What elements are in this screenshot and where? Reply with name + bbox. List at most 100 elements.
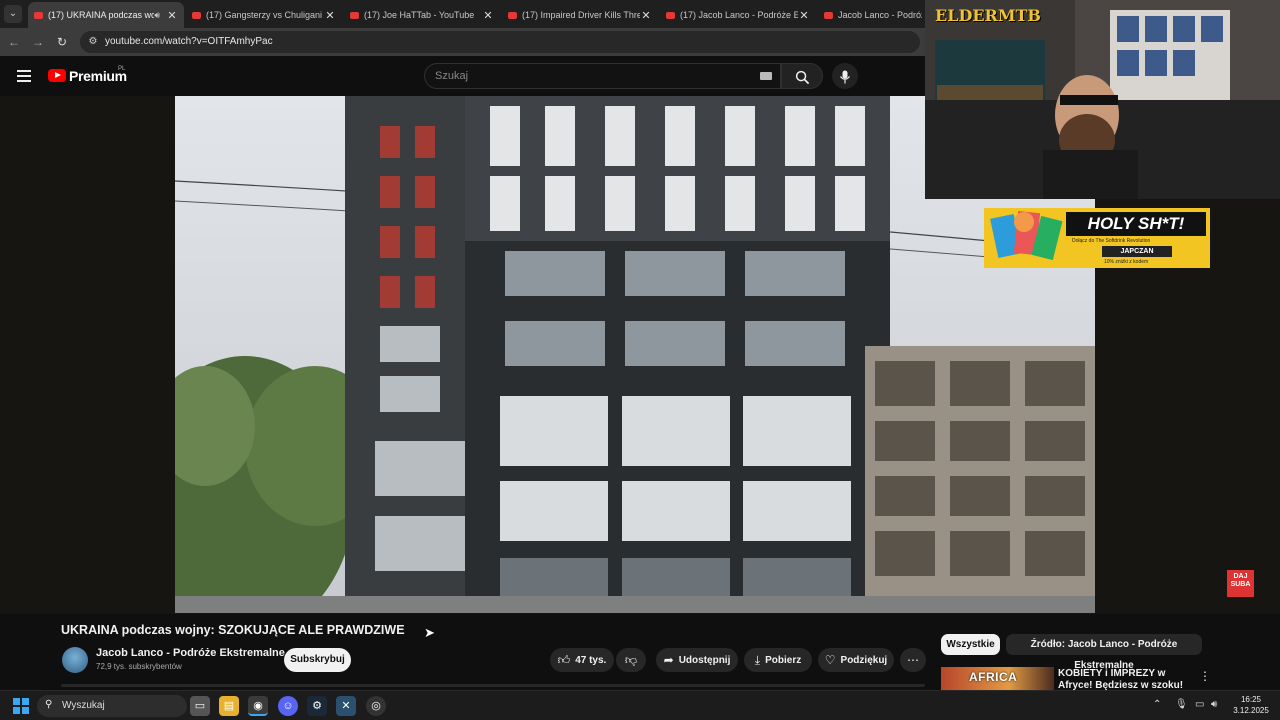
- dislike-button[interactable]: 👎︎: [616, 648, 646, 672]
- thanks-button[interactable]: ♡ Podziękuj: [818, 648, 894, 672]
- video-title: UKRAINA podczas wojny: SZOKUJĄCE ALE PRA…: [61, 623, 405, 637]
- download-icon: ⤓: [754, 652, 761, 667]
- sponsor-tagline: Dołącz do The Softdrink Revolution: [1072, 238, 1151, 244]
- discord-icon[interactable]: ☺: [278, 696, 298, 716]
- filter-chip-source[interactable]: Źródło: Jacob Lanco - Podróże Ekstremaln…: [1006, 634, 1202, 671]
- youtube-favicon-icon: [508, 11, 517, 19]
- tab-close-icon[interactable]: ✕: [166, 9, 178, 22]
- tab-close-icon[interactable]: ✕: [798, 9, 810, 22]
- task-view-icon[interactable]: ▭: [190, 696, 210, 716]
- tab-label: (17) Joe HaTTab - YouTube: [364, 10, 475, 20]
- thumbnail-text: AFRICA: [969, 670, 1018, 684]
- share-icon: ➦: [663, 653, 674, 667]
- streamer-logo: ELDERMTB: [935, 6, 1041, 25]
- search-icon: [795, 70, 809, 84]
- country-code: PL: [118, 66, 126, 72]
- browser-toolbar: ← → ↻ ⚙ youtube.com/watch?v=OITFAmhyPac: [0, 28, 925, 56]
- youtube-favicon-icon: [666, 11, 675, 19]
- volume-icon[interactable]: 🔊︎: [1211, 699, 1217, 710]
- taskbar-search-input[interactable]: ⚲ Wyszukaj: [37, 695, 187, 717]
- daj-suba-badge: DAJ SUBA: [1227, 570, 1254, 597]
- sponsor-products-image: [990, 210, 1063, 261]
- streamer-webcam-overlay: ELDERMTB: [925, 0, 1280, 199]
- microphone-tray-icon[interactable]: 🎙︎: [1175, 699, 1188, 710]
- more-actions-button[interactable]: ⋯: [900, 648, 926, 672]
- subscribe-button[interactable]: Subskrybuj: [284, 648, 351, 672]
- reload-icon[interactable]: ↻: [54, 34, 70, 50]
- voice-search-button[interactable]: [832, 63, 858, 89]
- recommended-video-title[interactable]: KOBIETY i IMPREZY w Afryce! Będziesz w s…: [1058, 668, 1193, 692]
- tray-chevron-icon[interactable]: ⌃: [1153, 699, 1161, 710]
- youtube-favicon-icon: [350, 11, 359, 19]
- microphone-icon: [840, 70, 850, 84]
- sponsor-discount: 10% zniżki z kodem: [1104, 259, 1149, 265]
- tab-gangsterzy[interactable]: (17) Gangsterzy vs Chuligani - Y ✕: [186, 2, 342, 28]
- tab-label: (17) Jacob Lanco - Podróże Eks: [680, 10, 798, 20]
- webcam-image: [925, 0, 1280, 199]
- keyboard-icon[interactable]: [760, 72, 772, 80]
- search-button[interactable]: [781, 63, 823, 89]
- youtube-logo-icon[interactable]: [48, 69, 66, 82]
- filter-chip-all[interactable]: Wszystkie: [941, 634, 1000, 655]
- tab-close-icon[interactable]: ✕: [482, 9, 494, 22]
- tab-label: Jacob Lanco - Podróże E: [838, 10, 922, 20]
- app-icon[interactable]: ✕: [336, 696, 356, 716]
- channel-avatar[interactable]: [62, 647, 88, 673]
- file-explorer-icon[interactable]: ▤: [219, 696, 239, 716]
- thanks-heart-icon: ♡: [824, 653, 836, 667]
- tab-jacob-lanco[interactable]: (17) Jacob Lanco - Podróże Eks ✕: [660, 2, 816, 28]
- tab-ukraina[interactable]: (17) UKRAINA podczas wojny 🔊︎ ✕: [28, 2, 184, 28]
- forward-arrow-icon[interactable]: →: [30, 34, 46, 50]
- clock-time: 16:25: [1240, 695, 1262, 704]
- daj-suba-text: DAJ SUBA: [1230, 573, 1251, 588]
- sponsor-brand: HOLY SH*T!: [1066, 212, 1206, 236]
- tab-search-chevron-icon[interactable]: ⌄: [4, 5, 22, 23]
- more-vertical-icon[interactable]: ⋮: [1199, 669, 1211, 683]
- url-text[interactable]: youtube.com/watch?v=OITFAmhyPac: [105, 36, 273, 47]
- site-info-icon[interactable]: ⚙: [86, 35, 100, 49]
- steam-icon[interactable]: ⚙: [307, 696, 327, 716]
- more-horizontal-icon: ⋯: [907, 653, 919, 667]
- tab-close-icon[interactable]: ✕: [640, 9, 652, 22]
- subscriber-count: 72,9 tys. subskrybentów: [96, 662, 182, 671]
- back-arrow-icon[interactable]: ←: [6, 34, 22, 50]
- youtube-favicon-icon: [34, 11, 43, 19]
- download-label: Pobierz: [765, 654, 802, 666]
- tab-impaired-driver[interactable]: (17) Impaired Driver Kills Three ✕: [502, 2, 658, 28]
- obs-icon[interactable]: ◎: [366, 696, 386, 716]
- tab-jacob-lanco-2[interactable]: Jacob Lanco - Podróże E: [818, 2, 928, 28]
- audio-playing-icon[interactable]: 🔊︎: [154, 10, 160, 21]
- tab-label: (17) UKRAINA podczas wojny: [48, 10, 155, 20]
- search-input[interactable]: Szukaj: [424, 63, 781, 89]
- network-icon[interactable]: ▭: [1195, 699, 1204, 710]
- sponsor-banner: HOLY SH*T! Dołącz do The Softdrink Revol…: [984, 208, 1210, 268]
- sponsor-code: JAPCZAN: [1102, 246, 1172, 257]
- content-divider: [61, 684, 925, 687]
- menu-hamburger-icon[interactable]: [17, 70, 31, 82]
- youtube-favicon-icon: [192, 11, 201, 19]
- clock-date: 3.12.2025: [1233, 706, 1269, 715]
- windows-start-icon[interactable]: [13, 698, 29, 714]
- share-button[interactable]: ➦ Udostępnij: [656, 648, 738, 672]
- windows-taskbar: ⚲ Wyszukaj ▭ ▤ ◉ ☺ ⚙ ✕ ◎ ⌃ 🎙︎ ▭ 🔊︎ 16:25…: [0, 690, 1280, 720]
- mouse-cursor-icon: ➤: [424, 625, 435, 640]
- thanks-label: Podziękuj: [840, 654, 888, 666]
- like-button[interactable]: 👍︎ 47 tys.: [550, 648, 614, 672]
- taskbar-search-label: Wyszukaj: [62, 700, 105, 711]
- channel-name[interactable]: Jacob Lanco - Podróże Ekstremalne: [96, 647, 285, 659]
- youtube-favicon-icon: [824, 11, 833, 19]
- search-icon: ⚲: [45, 699, 53, 710]
- tab-label: (17) Gangsterzy vs Chuligani - Y: [206, 10, 324, 20]
- tab-close-icon[interactable]: ✕: [324, 9, 336, 22]
- like-count: 47 tys.: [575, 654, 607, 666]
- recommended-video-thumbnail[interactable]: AFRICA: [941, 667, 1054, 690]
- tab-joe-hattab[interactable]: (17) Joe HaTTab - YouTube ✕: [344, 2, 500, 28]
- thumbs-up-icon: 👍︎: [557, 652, 571, 667]
- download-button[interactable]: ⤓ Pobierz: [744, 648, 812, 672]
- thumbs-down-icon: 👎︎: [624, 652, 638, 667]
- search-placeholder: Szukaj: [435, 70, 469, 82]
- chrome-icon[interactable]: ◉: [248, 696, 268, 716]
- address-bar[interactable]: ⚙ youtube.com/watch?v=OITFAmhyPac: [80, 31, 920, 53]
- tab-label: (17) Impaired Driver Kills Three: [522, 10, 640, 20]
- taskbar-clock[interactable]: 16:25 3.12.2025: [1228, 694, 1274, 716]
